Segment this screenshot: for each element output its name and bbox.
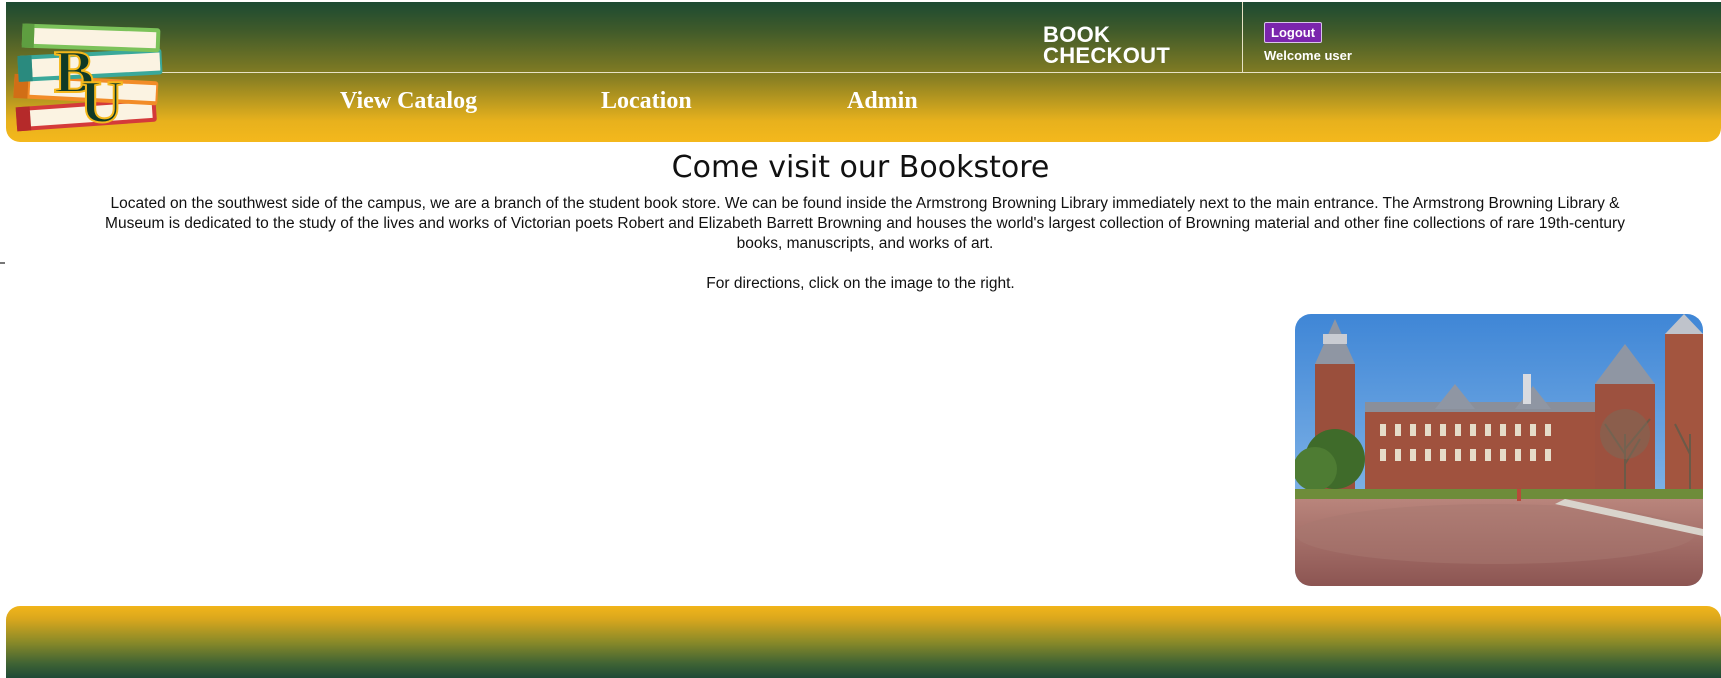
site-footer	[6, 606, 1721, 678]
site-header: BOOK CHECKOUT Logout Welcome user View C…	[6, 2, 1721, 142]
header-vertical-divider	[1242, 2, 1243, 72]
nav-view-catalog[interactable]: View Catalog	[340, 88, 477, 115]
logout-button[interactable]: Logout	[1264, 22, 1323, 43]
nav-location[interactable]: Location	[601, 88, 692, 115]
welcome-message: Welcome user	[1264, 48, 1352, 63]
window-left-edge	[0, 0, 5, 678]
campus-building-image[interactable]	[1295, 314, 1703, 586]
page-title: Come visit our Bookstore	[671, 150, 1050, 185]
app-title-line1: BOOK	[1043, 22, 1111, 47]
intro-paragraph: Located on the southwest side of the cam…	[105, 195, 1625, 252]
svg-text:U: U	[80, 69, 123, 135]
app-title-line2: CHECKOUT	[1043, 43, 1171, 68]
books-logo-icon[interactable]: B U	[8, 10, 178, 140]
app-title: BOOK CHECKOUT	[1043, 22, 1171, 68]
directions-text: For directions, click on the image to th…	[706, 275, 1015, 292]
nav-admin[interactable]: Admin	[847, 88, 918, 115]
header-divider	[146, 72, 1721, 73]
